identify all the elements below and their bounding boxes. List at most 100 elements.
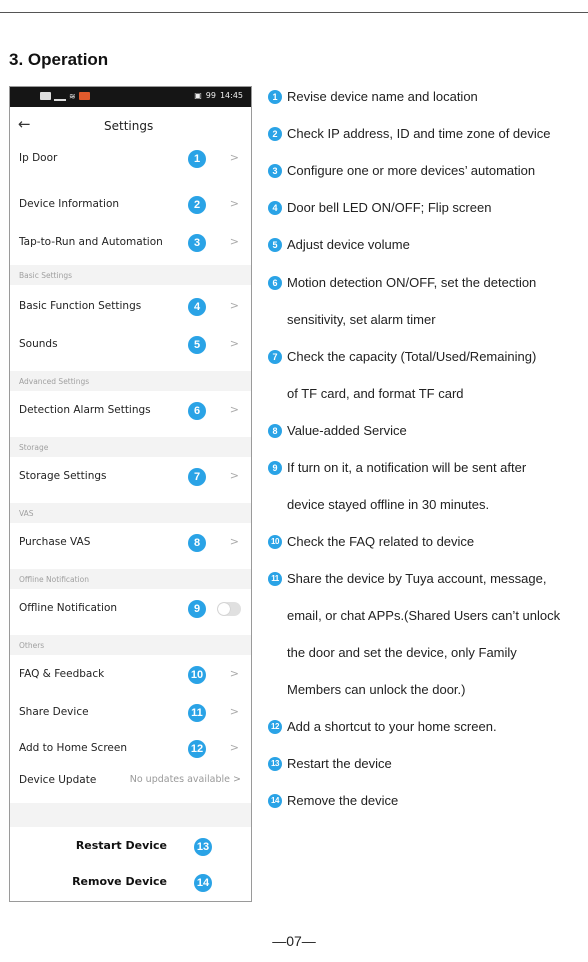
chevron-right-icon: > xyxy=(229,403,239,416)
row-label: Purchase VAS xyxy=(19,536,91,548)
row-device-information[interactable]: Device Information 2 > xyxy=(10,187,251,223)
row-label: Device Update xyxy=(19,774,97,786)
battery-icon: 99 xyxy=(205,91,216,100)
offline-notification-toggle[interactable] xyxy=(217,602,241,616)
callout-badge-5: 5 xyxy=(188,336,206,354)
row-purchase-vas[interactable]: Purchase VAS 8 > xyxy=(10,525,251,561)
hd-icon xyxy=(40,92,51,100)
chevron-right-icon: > xyxy=(233,774,241,785)
row-storage-settings[interactable]: Storage Settings 7 > xyxy=(10,459,251,495)
legend-badge-11: 11 xyxy=(268,572,282,586)
row-label: Tap-to-Run and Automation xyxy=(19,236,163,248)
desc-9a: If turn on it, a notification will be se… xyxy=(287,460,527,475)
legend-badge-6: 6 xyxy=(268,276,282,290)
row-label: Offline Notification xyxy=(19,602,118,614)
row-tap-to-run[interactable]: Tap-to-Run and Automation 3 > xyxy=(10,225,251,261)
chevron-right-icon: > xyxy=(229,469,239,482)
wifi-icon: ≋ xyxy=(69,91,76,101)
status-right-icons: ▣ 99 14:45 xyxy=(194,91,243,100)
callout-badge-4: 4 xyxy=(188,298,206,316)
legend-badge-9: 9 xyxy=(268,461,282,475)
legend-badge-7: 7 xyxy=(268,350,282,364)
row-ip-door[interactable]: Ip Door 1 > xyxy=(10,141,251,177)
callout-badge-3: 3 xyxy=(188,234,206,252)
callout-badge-6: 6 xyxy=(188,402,206,420)
desc-1: Revise device name and location xyxy=(287,89,478,104)
status-bar: ≋ ▣ 99 14:45 xyxy=(10,87,251,107)
chevron-right-icon: > xyxy=(229,741,239,754)
chevron-right-icon: > xyxy=(229,667,239,680)
page-title: Settings xyxy=(104,119,154,133)
row-label: Sounds xyxy=(19,338,58,350)
legend-badge-5: 5 xyxy=(268,238,282,252)
desc-3: Configure one or more devices’ automatio… xyxy=(287,163,536,178)
restart-device-button[interactable]: Restart Device 13 xyxy=(10,829,251,865)
row-sounds[interactable]: Sounds 5 > xyxy=(10,327,251,363)
legend-badge-4: 4 xyxy=(268,201,282,215)
section-header-storage: Storage xyxy=(10,437,251,457)
legend-badge-14: 14 xyxy=(268,794,282,808)
callout-badge-8: 8 xyxy=(188,534,206,552)
row-share-device[interactable]: Share Device 11 > xyxy=(10,695,251,731)
phone-screenshot: ≋ ▣ 99 14:45 ← Settings Ip Door 1 > Devi… xyxy=(9,86,252,902)
desc-6b: sensitivity, set alarm timer xyxy=(287,312,436,327)
callout-badge-7: 7 xyxy=(188,468,206,486)
legend-badge-13: 13 xyxy=(268,757,282,771)
row-device-update[interactable]: Device Update No updates available > xyxy=(10,763,251,799)
restart-device-label: Restart Device xyxy=(75,839,167,852)
row-faq-feedback[interactable]: FAQ & Feedback 10 > xyxy=(10,657,251,693)
desc-10: Check the FAQ related to device xyxy=(287,534,475,549)
desc-7a: Check the capacity (Total/Used/Remaining… xyxy=(287,349,537,364)
legend-badge-10: 10 xyxy=(268,535,282,549)
legend-badge-3: 3 xyxy=(268,164,282,178)
legend-badge-8: 8 xyxy=(268,424,282,438)
row-detection-alarm-settings[interactable]: Detection Alarm Settings 6 > xyxy=(10,393,251,429)
section-title: 3. Operation xyxy=(9,50,109,69)
section-header-others: Others xyxy=(10,635,251,655)
desc-2: Check IP address, ID and time zone of de… xyxy=(287,126,551,141)
status-left-icons: ≋ xyxy=(40,91,90,101)
section-header-vas: VAS xyxy=(10,503,251,523)
row-label: Add to Home Screen xyxy=(19,742,127,754)
legend-badge-2: 2 xyxy=(268,127,282,141)
section-label: Advanced Settings xyxy=(19,377,90,386)
desc-12: Add a shortcut to your home screen. xyxy=(287,719,497,734)
callout-badge-1: 1 xyxy=(188,150,206,168)
toggle-knob xyxy=(218,603,230,615)
signal-icon xyxy=(54,91,66,101)
desc-6a: Motion detection ON/OFF, set the detecti… xyxy=(287,275,537,290)
remove-device-button[interactable]: Remove Device 14 xyxy=(10,865,251,901)
spacer xyxy=(10,803,251,827)
status-time: 14:45 xyxy=(219,91,243,100)
legend-badge-1: 1 xyxy=(268,90,282,104)
desc-11a: Share the device by Tuya account, messag… xyxy=(287,571,547,586)
desc-7b: of TF card, and format TF card xyxy=(287,386,464,401)
callout-badge-2: 2 xyxy=(188,196,206,214)
back-arrow-icon[interactable]: ← xyxy=(18,115,31,133)
section-label: Basic Settings xyxy=(19,271,73,280)
desc-5: Adjust device volume xyxy=(287,237,410,252)
chevron-right-icon: > xyxy=(229,705,239,718)
desc-13: Restart the device xyxy=(287,756,392,771)
desc-8: Value-added Service xyxy=(287,423,407,438)
row-label: Device Information xyxy=(19,198,120,210)
row-label: Ip Door xyxy=(19,152,58,164)
row-label: Share Device xyxy=(19,706,89,718)
row-basic-function-settings[interactable]: Basic Function Settings 4 > xyxy=(10,289,251,325)
callout-badge-13: 13 xyxy=(194,838,212,856)
remove-device-label: Remove Device xyxy=(72,875,167,888)
chevron-right-icon: > xyxy=(229,235,239,248)
row-label: Storage Settings xyxy=(19,470,107,482)
row-label: FAQ & Feedback xyxy=(19,668,105,680)
device-update-value: No updates available xyxy=(129,774,230,785)
row-label: Basic Function Settings xyxy=(19,300,142,312)
section-label: VAS xyxy=(19,509,34,518)
row-add-to-home-screen[interactable]: Add to Home Screen 12 > xyxy=(10,731,251,767)
chevron-right-icon: > xyxy=(229,337,239,350)
callout-badge-10: 10 xyxy=(188,666,206,684)
desc-11d: Members can unlock the door.) xyxy=(287,682,466,697)
device-update-status: No updates available > xyxy=(130,774,241,785)
desc-14: Remove the device xyxy=(287,793,399,808)
row-label: Detection Alarm Settings xyxy=(19,404,151,416)
desc-11b: email, or chat APPs.(Shared Users can’t … xyxy=(287,608,561,623)
